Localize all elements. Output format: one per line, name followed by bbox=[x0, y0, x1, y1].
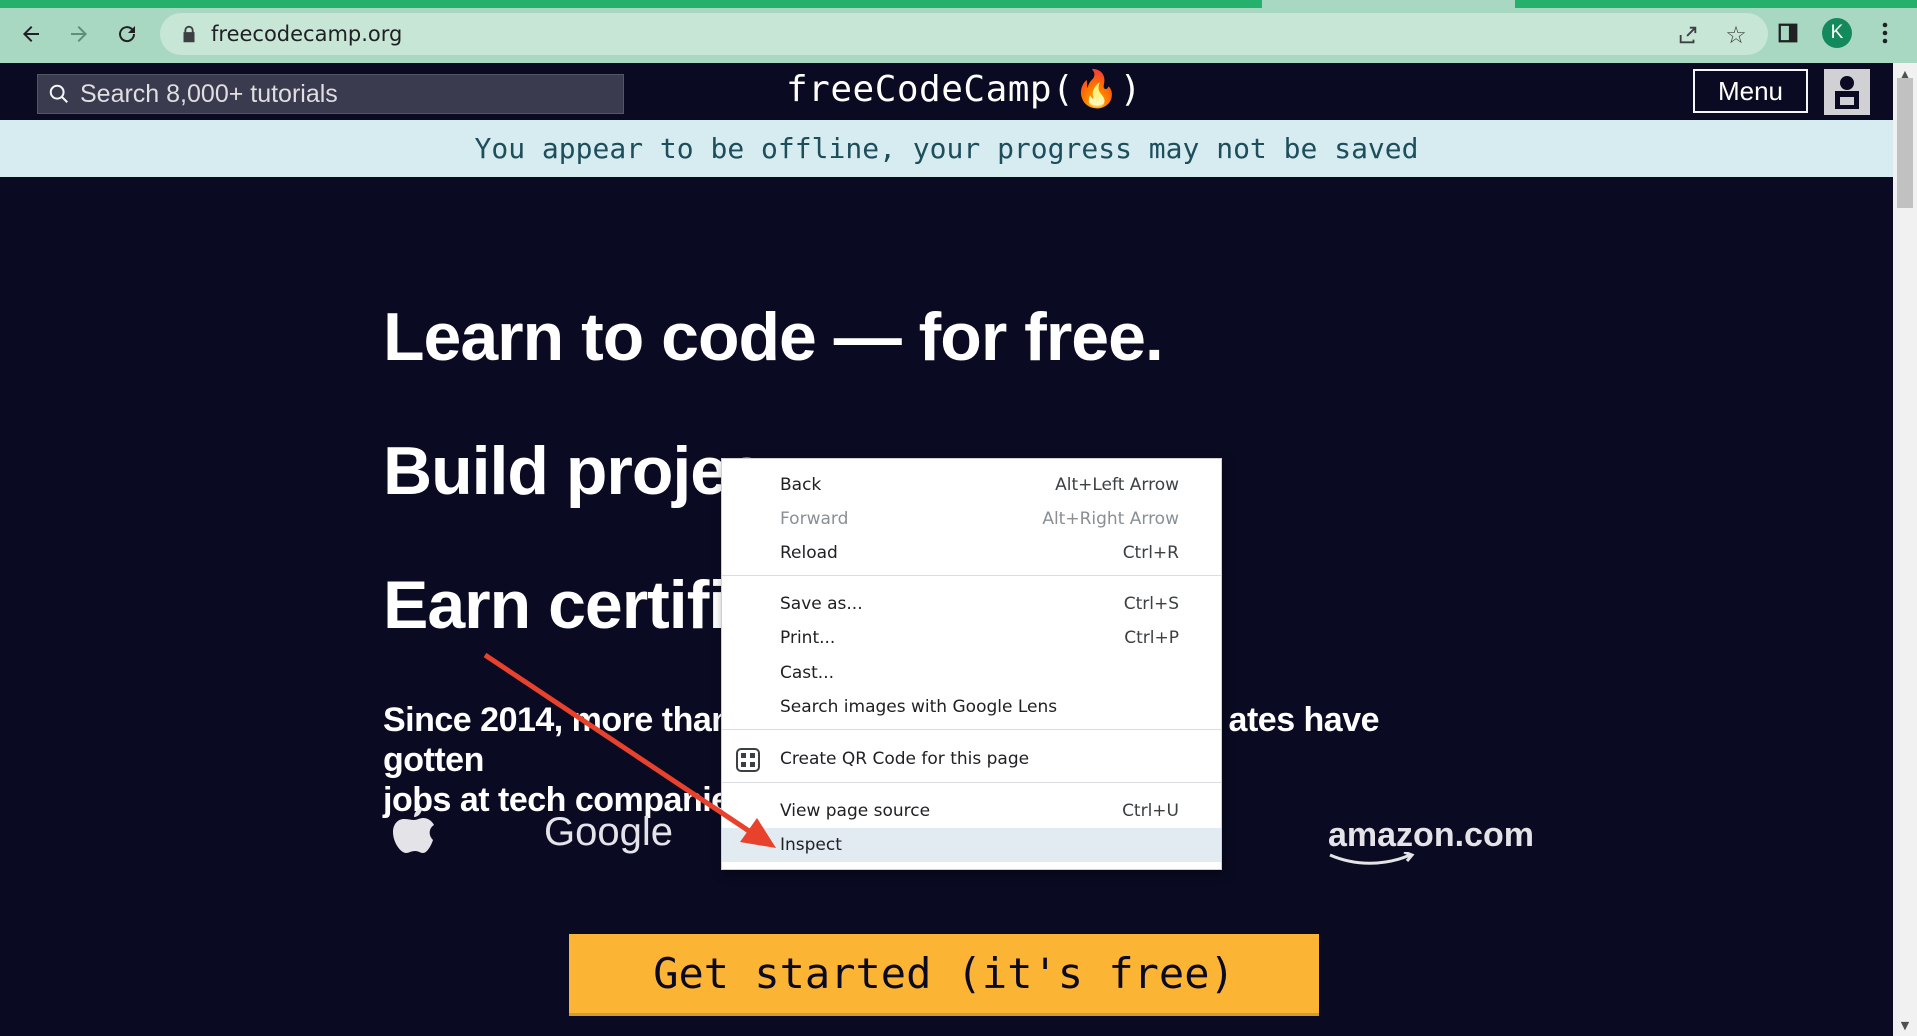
tab-strip-accent bbox=[0, 0, 1262, 8]
site-logo[interactable]: freeCodeCamp(🔥) bbox=[786, 68, 1142, 110]
google-logo: Google bbox=[544, 810, 673, 854]
menu-item-create-qr[interactable]: Create QR Code for this page bbox=[722, 742, 1221, 776]
menu-item-print[interactable]: Print... Ctrl+P bbox=[722, 621, 1221, 655]
menu-item-label: Cast... bbox=[780, 663, 835, 683]
side-panel-icon[interactable] bbox=[1771, 16, 1805, 50]
since-text-left: Since 2014, more than bbox=[383, 701, 732, 739]
menu-separator bbox=[722, 782, 1221, 783]
menu-item-label: Inspect bbox=[780, 835, 842, 855]
amazon-logo-text: amazon.com bbox=[1328, 816, 1534, 854]
menu-item-google-lens[interactable]: Search images with Google Lens bbox=[722, 690, 1221, 724]
menu-button[interactable]: Menu bbox=[1693, 69, 1808, 113]
browser-toolbar: freecodecamp.org ☆ K bbox=[0, 0, 1917, 63]
url-text[interactable]: freecodecamp.org bbox=[211, 22, 402, 46]
menu-item-label: Search images with Google Lens bbox=[780, 697, 1058, 717]
share-icon[interactable] bbox=[1674, 21, 1702, 49]
menu-item-forward[interactable]: Forward Alt+Right Arrow bbox=[722, 502, 1221, 536]
back-arrow-icon[interactable] bbox=[14, 17, 48, 51]
profile-button[interactable]: K bbox=[1820, 16, 1854, 50]
search-input[interactable] bbox=[80, 75, 610, 113]
scrollbar[interactable] bbox=[1893, 63, 1917, 1036]
get-started-button[interactable]: Get started (it's free) bbox=[569, 934, 1319, 1016]
menu-item-label: Reload bbox=[780, 543, 838, 563]
avatar: K bbox=[1822, 18, 1852, 48]
more-vert-icon[interactable] bbox=[1868, 16, 1902, 50]
site-navbar: freeCodeCamp(🔥) Menu bbox=[0, 63, 1893, 120]
menu-item-cast[interactable]: Cast... bbox=[722, 656, 1221, 690]
menu-item-inspect[interactable]: Inspect bbox=[722, 828, 1221, 862]
menu-item-view-source[interactable]: View page source Ctrl+U bbox=[722, 794, 1221, 828]
amazon-logo: amazon.com bbox=[1328, 816, 1534, 865]
scroll-down-arrow-icon[interactable]: ▼ bbox=[1897, 1018, 1913, 1032]
menu-item-shortcut: Ctrl+U bbox=[1122, 801, 1179, 821]
menu-item-label: Print... bbox=[780, 628, 836, 648]
user-avatar[interactable] bbox=[1824, 69, 1870, 115]
menu-separator bbox=[722, 575, 1221, 576]
star-icon[interactable]: ☆ bbox=[1722, 21, 1750, 49]
scrollbar-thumb[interactable] bbox=[1897, 78, 1913, 208]
menu-item-shortcut: Ctrl+P bbox=[1124, 628, 1179, 648]
menu-item-label: Back bbox=[780, 475, 822, 495]
camper-avatar-icon bbox=[1835, 76, 1859, 109]
headline-learn: Learn to code — for free. bbox=[383, 299, 1164, 375]
menu-item-label: View page source bbox=[780, 801, 931, 821]
tab-strip-accent-right bbox=[1515, 0, 1917, 8]
headline-build: Build projec bbox=[383, 433, 765, 509]
search-box[interactable] bbox=[37, 74, 624, 114]
menu-item-shortcut: Ctrl+S bbox=[1123, 594, 1179, 614]
lock-icon[interactable] bbox=[178, 23, 200, 45]
search-icon bbox=[49, 84, 68, 103]
offline-banner: You appear to be offline, your progress … bbox=[0, 120, 1893, 177]
reload-icon[interactable] bbox=[110, 17, 144, 51]
forward-arrow-icon[interactable] bbox=[62, 17, 96, 51]
menu-item-label: Save as... bbox=[780, 594, 863, 614]
headline-earn: Earn certific bbox=[383, 567, 764, 643]
menu-item-label: Create QR Code for this page bbox=[780, 749, 1030, 769]
menu-item-reload[interactable]: Reload Ctrl+R bbox=[722, 536, 1221, 570]
menu-item-shortcut: Ctrl+R bbox=[1122, 543, 1179, 563]
menu-item-save-as[interactable]: Save as... Ctrl+S bbox=[722, 587, 1221, 621]
apple-logo bbox=[391, 804, 437, 865]
menu-item-shortcut: Alt+Left Arrow bbox=[1055, 475, 1179, 495]
menu-separator bbox=[722, 729, 1221, 730]
context-menu: Back Alt+Left Arrow Forward Alt+Right Ar… bbox=[721, 458, 1222, 870]
menu-item-back[interactable]: Back Alt+Left Arrow bbox=[722, 468, 1221, 502]
address-bar[interactable]: freecodecamp.org ☆ bbox=[160, 13, 1768, 55]
menu-item-shortcut: Alt+Right Arrow bbox=[1042, 509, 1179, 529]
menu-item-label: Forward bbox=[780, 509, 849, 529]
qr-code-icon bbox=[736, 748, 760, 772]
